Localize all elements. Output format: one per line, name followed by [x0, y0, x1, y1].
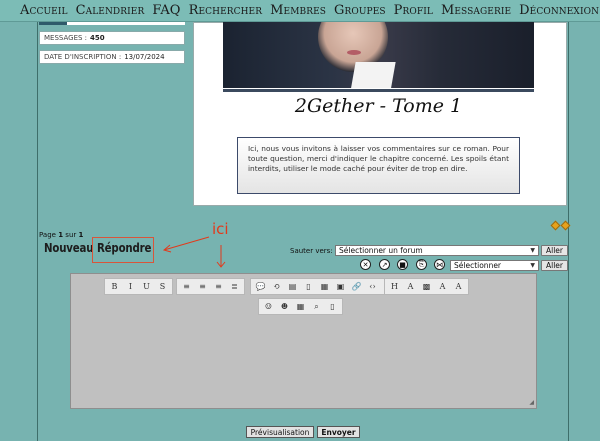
post-title: 2Gether - Tome 1 [294, 95, 463, 117]
hide-icon[interactable]: ▯ [302, 280, 315, 293]
pagination: Page 1 sur 1 [39, 231, 83, 239]
spoiler-icon[interactable]: ▤ [286, 280, 299, 293]
nav-rechercher[interactable]: Rechercher [189, 3, 263, 18]
lock-icon[interactable]: ■ [397, 259, 408, 270]
text-size-icon[interactable]: A [404, 280, 417, 293]
html-icon[interactable]: ‹› [366, 280, 379, 293]
nav-messagerie[interactable]: Messagerie [441, 3, 511, 18]
clear-format-icon[interactable]: A [452, 280, 465, 293]
nav-membres[interactable]: Membres [270, 3, 326, 18]
jump-label: Sauter vers: [290, 247, 333, 255]
align-justify-icon[interactable]: ≣ [228, 280, 241, 293]
nav-profil[interactable]: Profil [394, 3, 433, 18]
pagination-prefix: Page [39, 231, 56, 239]
send-button[interactable]: Envoyer [317, 426, 360, 438]
post-banner-image [223, 22, 534, 88]
align-left-icon[interactable]: ≡ [180, 280, 193, 293]
toolbar-group-insert: 💬⟲▤▯▦▣🔗‹›▶ [250, 278, 399, 295]
jump-select[interactable]: Sélectionner un forum ▼ [335, 245, 539, 256]
main-navbar: Accueil Calendrier FAQ Rechercher Membre… [0, 0, 600, 22]
profile-tab-dark [39, 22, 67, 25]
date-icon[interactable]: ▦ [294, 300, 307, 313]
chevron-down-icon: ▼ [530, 262, 535, 269]
jump-select-value: Sélectionner un forum [339, 246, 423, 255]
nav-calendrier[interactable]: Calendrier [76, 3, 145, 18]
nav-faq[interactable]: FAQ [152, 3, 180, 18]
toolbar-group-align: ≡ ≡ ≡ ≣ [176, 278, 245, 295]
post-notice: Ici, nous vous invitons à laisser vos co… [237, 137, 520, 194]
moderation-select[interactable]: Sélectionner ▼ [450, 260, 539, 271]
message-editor[interactable]: BIUS ≡≡≡≣ 💬⟲▤▯▦▣🔗‹›▶ HA▩AA ☺☻▦⌕▯ ◢ [70, 273, 537, 409]
link-icon[interactable]: 🔗 [350, 280, 363, 293]
emoji-icon[interactable]: ☺ [262, 300, 275, 313]
strike-icon[interactable]: S [156, 280, 169, 293]
toolbar-group-extras: ☺ ☻ ▦ ⌕ ▯ [258, 298, 343, 315]
profile-inscription: DATE D'INSCRIPTION : 13/07/2024 [39, 50, 185, 64]
toolbar-group-format: BIUS [104, 278, 173, 295]
pagination-sep: sur [65, 231, 77, 239]
preview-button[interactable]: Prévisualisation [246, 426, 314, 438]
chevron-down-icon: ▼ [530, 247, 535, 254]
new-document-icon[interactable]: ▯ [326, 300, 339, 313]
align-center-icon[interactable]: ≡ [196, 280, 209, 293]
delete-icon[interactable]: ✕ [360, 259, 371, 270]
portrait-collar [350, 62, 396, 88]
emoji-alt-icon[interactable]: ☻ [278, 300, 291, 313]
italic-icon[interactable]: I [124, 280, 137, 293]
moderation-go-button[interactable]: Aller [541, 260, 568, 271]
code-icon[interactable]: ⟲ [270, 280, 283, 293]
merge-icon[interactable]: ⋈ [434, 259, 445, 270]
pagination-current: 1 [58, 231, 64, 239]
split-icon[interactable]: ⎘ [416, 259, 427, 270]
search-replace-icon[interactable]: ⌕ [310, 300, 323, 313]
arrow-to-reply [163, 236, 210, 251]
table-icon[interactable]: ▦ [318, 280, 331, 293]
quote-icon[interactable]: 💬 [254, 280, 267, 293]
messages-value: 450 [90, 34, 105, 42]
resize-grip-icon[interactable]: ◢ [529, 399, 534, 406]
annotation-arrows [162, 236, 226, 268]
nav-accueil[interactable]: Accueil [20, 3, 68, 18]
align-right-icon[interactable]: ≡ [212, 280, 225, 293]
moderation-select-value: Sélectionner [454, 261, 502, 270]
bold-icon[interactable]: B [108, 280, 121, 293]
underline-icon[interactable]: U [140, 280, 153, 293]
messages-label: MESSAGES : [44, 34, 88, 42]
jump-go-button[interactable]: Aller [541, 245, 568, 256]
color-icon[interactable]: ▩ [420, 280, 433, 293]
profile-messages: MESSAGES : 450 [39, 31, 185, 45]
inscription-label: DATE D'INSCRIPTION : [44, 53, 122, 61]
pagination-total: 1 [78, 231, 84, 239]
heading-icon[interactable]: H [388, 280, 401, 293]
banner-divider [223, 89, 534, 92]
toolbar-group-style: H A ▩ A A [384, 278, 469, 295]
new-topic-button[interactable]: Nouveau [44, 241, 94, 255]
nav-groupes[interactable]: Groupes [334, 3, 386, 18]
image-icon[interactable]: ▣ [334, 280, 347, 293]
portrait-lips [347, 50, 361, 55]
move-icon[interactable]: ↗ [379, 259, 390, 270]
inscription-value: 13/07/2024 [124, 53, 165, 61]
reply-button[interactable]: Répondre [97, 241, 151, 255]
font-icon[interactable]: A [436, 280, 449, 293]
nav-deconnexion[interactable]: Déconnexion [519, 3, 599, 18]
